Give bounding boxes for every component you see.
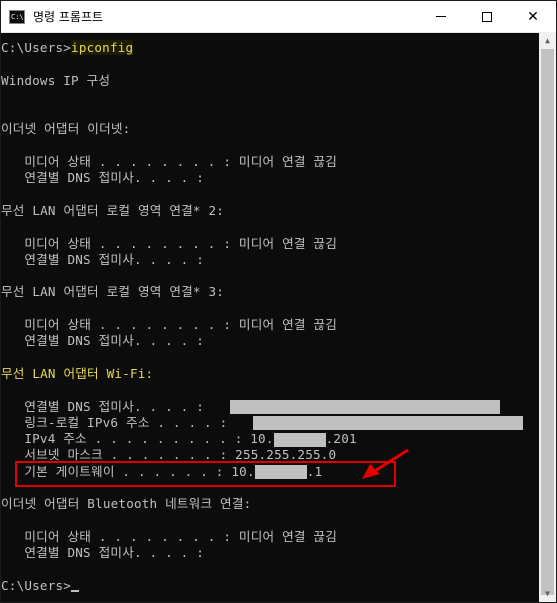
scroll-up-icon[interactable]: ▲ (539, 32, 556, 49)
window-title: 명령 프롬프트 (33, 10, 104, 24)
wlan3-media-state: 미디어 상태 . . . . . . . . : 미디어 연결 끊김 (1, 317, 337, 333)
redacted-block (230, 400, 501, 415)
wlan2-dns-suffix: 연결별 DNS 접미사. . . . : (1, 251, 205, 267)
bluetooth-heading: 이더넷 어댑터 Bluetooth 네트워크 연결: (1, 496, 252, 512)
bluetooth-dns-suffix: 연결별 DNS 접미사. . . . : (1, 545, 205, 561)
text-cursor (71, 589, 80, 592)
wlan3-dns-suffix: 연결별 DNS 접미사. . . . : (1, 333, 205, 349)
scrollbar-thumb[interactable] (541, 49, 554, 595)
wifi-dns-suffix: 연결별 DNS 접미사. . . . : (1, 399, 539, 415)
minimize-icon (436, 16, 446, 17)
cmd-icon: C:\ (9, 9, 25, 24)
cmd-window: C:\ 명령 프롬프트 ✕ C:\Users>ipconfig Windows … (0, 0, 557, 603)
wlan2-media-state: 미디어 상태 . . . . . . . . : 미디어 연결 끊김 (1, 235, 337, 251)
bluetooth-media-state: 미디어 상태 . . . . . . . . : 미디어 연결 끊김 (1, 528, 337, 544)
wlan2-heading: 무선 LAN 어댑터 로컬 영역 연결* 2: (1, 202, 225, 218)
maximize-icon (482, 11, 492, 22)
window-controls: ✕ (418, 1, 556, 32)
scroll-down-icon[interactable]: ▼ (539, 585, 556, 602)
close-button[interactable]: ✕ (510, 1, 556, 32)
wifi-link-local-ipv6: 링크-로컬 IPv6 주소 . . . . : (1, 415, 539, 431)
close-icon: ✕ (527, 8, 539, 25)
prompt-line: C:\Users> (1, 578, 539, 594)
gateway-highlight-box (15, 461, 396, 487)
ethernet-heading: 이더넷 어댑터 이더넷: (1, 121, 131, 137)
vertical-scrollbar[interactable]: ▲ ▼ (539, 32, 556, 602)
command-line: C:\Users>ipconfig (1, 40, 539, 56)
minimize-button[interactable] (418, 1, 464, 32)
wifi-ipv4: IPv4 주소 . . . . . . . . . : 10. .201 (1, 431, 357, 447)
command-text: ipconfig (71, 40, 134, 55)
console-output[interactable]: C:\Users>ipconfig Windows IP 구성 이더넷 어댑터 … (1, 32, 539, 602)
red-arrow-icon (362, 448, 409, 479)
wlan3-heading: 무선 LAN 어댑터 로컬 영역 연결* 3: (1, 284, 225, 300)
ethernet-dns-suffix: 연결별 DNS 접미사. . . . : (1, 170, 205, 186)
prompt: C:\Users> (1, 577, 72, 593)
title-bar[interactable]: C:\ 명령 프롬프트 ✕ (1, 1, 556, 33)
prompt: C:\Users> (1, 40, 72, 55)
redacted-block (253, 416, 524, 431)
ethernet-media-state: 미디어 상태 . . . . . . . . : 미디어 연결 끊김 (1, 154, 337, 170)
ipconfig-header: Windows IP 구성 (1, 72, 111, 88)
maximize-button[interactable] (464, 1, 510, 32)
redacted-block (273, 432, 326, 447)
wifi-heading: 무선 LAN 어댑터 Wi-Fi: (1, 365, 154, 381)
